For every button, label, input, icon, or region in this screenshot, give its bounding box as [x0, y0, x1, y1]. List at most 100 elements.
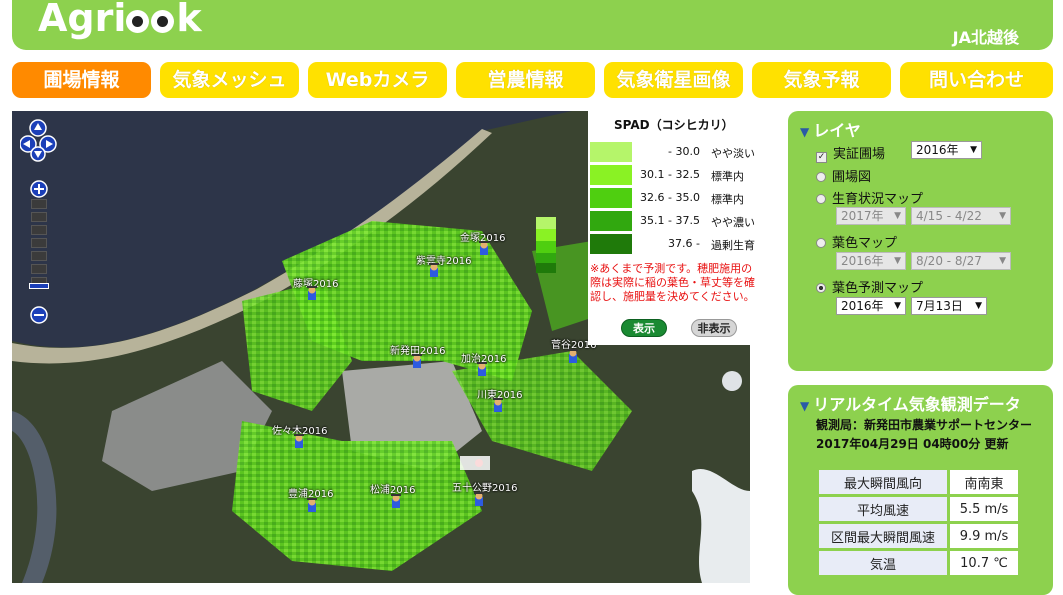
collapse-triangle-icon: ▼: [800, 399, 810, 413]
layers-title[interactable]: ▼ レイヤ: [800, 117, 861, 141]
farmer-marker-icon[interactable]: [390, 494, 402, 508]
update-time: 2017年04月29日 04時00分 更新: [816, 437, 1009, 451]
legend-range: - 30.0: [668, 145, 700, 158]
collapse-triangle-icon: ▼: [800, 125, 810, 139]
layer-leaf-map[interactable]: 葉色マップ: [816, 232, 897, 251]
legend-row: 30.1 - 32.5 標準内: [590, 165, 760, 185]
growth-map-year-select[interactable]: 2017年 ▼: [836, 207, 906, 225]
layer-growth-map[interactable]: 生育状況マップ: [816, 188, 923, 207]
zoom-in-icon[interactable]: [30, 180, 48, 198]
legend-range: 30.1 - 32.5: [640, 168, 700, 181]
legend-row: 37.6 - 過剰生育: [590, 234, 760, 254]
legend-desc: 標準内: [711, 170, 744, 183]
dropdown-arrow-icon: ▼: [975, 301, 982, 311]
legend-swatch: [590, 188, 632, 208]
growth-map-year-value: 2017年: [841, 209, 884, 223]
layers-title-text: レイヤ: [813, 121, 861, 140]
zoom-slider-thumb[interactable]: [29, 283, 49, 289]
layer-field-map[interactable]: 圃場図: [816, 166, 871, 185]
leaf-forecast-label: 葉色予測マップ: [832, 281, 924, 296]
leaf-forecast-radio[interactable]: [816, 283, 826, 293]
app-logo[interactable]: Agri k: [38, 0, 202, 40]
weather-key: 平均風速: [819, 497, 947, 521]
pan-control[interactable]: [20, 118, 60, 162]
nav-webcam[interactable]: Webカメラ: [308, 62, 447, 98]
field-trial-checkbox[interactable]: ✓: [816, 152, 827, 163]
nav-weather-forecast[interactable]: 気象予報: [752, 62, 891, 98]
farmer-marker-icon[interactable]: [306, 498, 318, 512]
layers-panel: ▼ レイヤ ✓ 実証圃場 2016年 ▼ 圃場図 生育状況マップ 2017年 ▼ 4/1…: [788, 111, 1053, 371]
leaf-forecast-year-select[interactable]: 2016年 ▼: [836, 297, 906, 315]
station-name: 観測局：新発田市農業サポートセンター: [816, 418, 1033, 432]
legend-swatch: [590, 165, 632, 185]
marker-label: 紫雲寺2016: [416, 256, 472, 267]
nav-contact[interactable]: 問い合わせ: [900, 62, 1053, 98]
leaf-map-label: 葉色マップ: [832, 236, 898, 251]
zoom-out-icon[interactable]: [30, 306, 48, 324]
nav-farming-info[interactable]: 営農情報: [456, 62, 595, 98]
legend-desc: やや淡い: [711, 147, 755, 160]
weather-panel: ▼ リアルタイム気象観測データ 観測局：新発田市農業サポートセンター 2017年0…: [788, 385, 1053, 595]
dropdown-arrow-icon: ▼: [894, 301, 901, 311]
header-bar: Agri k JA北越後: [12, 0, 1053, 50]
layer-field-trial[interactable]: ✓ 実証圃場: [816, 143, 885, 163]
leaf-map-radio[interactable]: [816, 238, 826, 248]
farmer-marker-icon[interactable]: [478, 241, 490, 255]
field-trial-label: 実証圃場: [833, 147, 886, 162]
farmer-marker-icon[interactable]: [473, 492, 485, 506]
weather-value: 南南東: [950, 470, 1018, 494]
farmer-marker-icon[interactable]: [411, 354, 423, 368]
leaf-forecast-date-value: 7月13日: [916, 299, 963, 313]
weather-title[interactable]: ▼ リアルタイム気象観測データ: [800, 391, 1021, 415]
field-map-label: 圃場図: [832, 170, 872, 185]
legend-row: 35.1 - 37.5 やや濃い: [590, 211, 760, 231]
legend-desc: 標準内: [711, 193, 744, 206]
farmer-marker-icon[interactable]: [476, 362, 488, 376]
show-button[interactable]: 表示: [621, 319, 667, 337]
field-trial-year-select[interactable]: 2016年 ▼: [911, 141, 982, 159]
weather-value: 5.5 m/s: [950, 497, 1018, 521]
main-nav: 圃場情報 気象メッシュ Webカメラ 営農情報 気象衛星画像 気象予報 問い合わ…: [12, 62, 1053, 98]
field-trial-year-value: 2016年: [916, 143, 959, 157]
leaf-map-year-value: 2016年: [841, 254, 884, 268]
legend-desc: 過剰生育: [711, 239, 755, 252]
dropdown-arrow-icon: ▼: [970, 145, 977, 155]
nav-satellite-image[interactable]: 気象衛星画像: [604, 62, 743, 98]
growth-map-period-select[interactable]: 4/15 - 4/22 ▼: [911, 207, 1011, 225]
farmer-marker-icon[interactable]: [293, 434, 305, 448]
logo-text-left: Agri: [38, 0, 127, 40]
nav-weather-mesh[interactable]: 気象メッシュ: [160, 62, 299, 98]
dropdown-arrow-icon: ▼: [999, 211, 1006, 221]
legend-desc: やや濃い: [711, 216, 755, 229]
layer-leaf-forecast[interactable]: 葉色予測マップ: [816, 277, 923, 296]
hide-button[interactable]: 非表示: [691, 319, 737, 337]
nav-field-info[interactable]: 圃場情報: [12, 62, 151, 98]
dropdown-arrow-icon: ▼: [999, 256, 1006, 266]
legend-swatch: [590, 234, 632, 254]
table-row: 気温 10.7 ℃: [819, 551, 1018, 575]
farmer-marker-icon[interactable]: [306, 286, 318, 300]
farmer-marker-icon[interactable]: [492, 398, 504, 412]
field-map-radio[interactable]: [816, 172, 826, 182]
leaf-forecast-date-select[interactable]: 7月13日 ▼: [911, 297, 987, 315]
leaf-map-period-select[interactable]: 8/20 - 8/27 ▼: [911, 252, 1011, 270]
organization-name: JA北越後: [952, 28, 1019, 47]
leaf-map-year-select[interactable]: 2016年 ▼: [836, 252, 906, 270]
farmer-marker-icon[interactable]: [428, 263, 440, 277]
farmer-marker-icon[interactable]: [567, 349, 579, 363]
weather-key: 気温: [819, 551, 947, 575]
logo-text-right: k: [176, 0, 202, 40]
weather-title-text: リアルタイム気象観測データ: [813, 395, 1021, 414]
spad-legend: SPAD（コシヒカリ） - 30.0 やや淡い 30.1 - 32.5 標準内 …: [588, 111, 763, 345]
dropdown-arrow-icon: ▼: [894, 256, 901, 266]
table-row: 区間最大瞬間風速 9.9 m/s: [819, 524, 1018, 548]
forecast-note: ※あくまで予測です。穂肥施用の際は実際に稲の葉色・草丈等を確認し、施肥量を決めて…: [590, 262, 755, 303]
growth-map-label: 生育状況マップ: [832, 192, 924, 207]
leaf-map-period-value: 8/20 - 8/27: [916, 254, 982, 268]
growth-map-radio[interactable]: [816, 194, 826, 204]
dropdown-arrow-icon: ▼: [894, 211, 901, 221]
leaf-forecast-year-value: 2016年: [841, 299, 884, 313]
weather-value: 10.7 ℃: [950, 551, 1018, 575]
weather-value: 9.9 m/s: [950, 524, 1018, 548]
legend-title: SPAD（コシヒカリ）: [614, 118, 734, 132]
